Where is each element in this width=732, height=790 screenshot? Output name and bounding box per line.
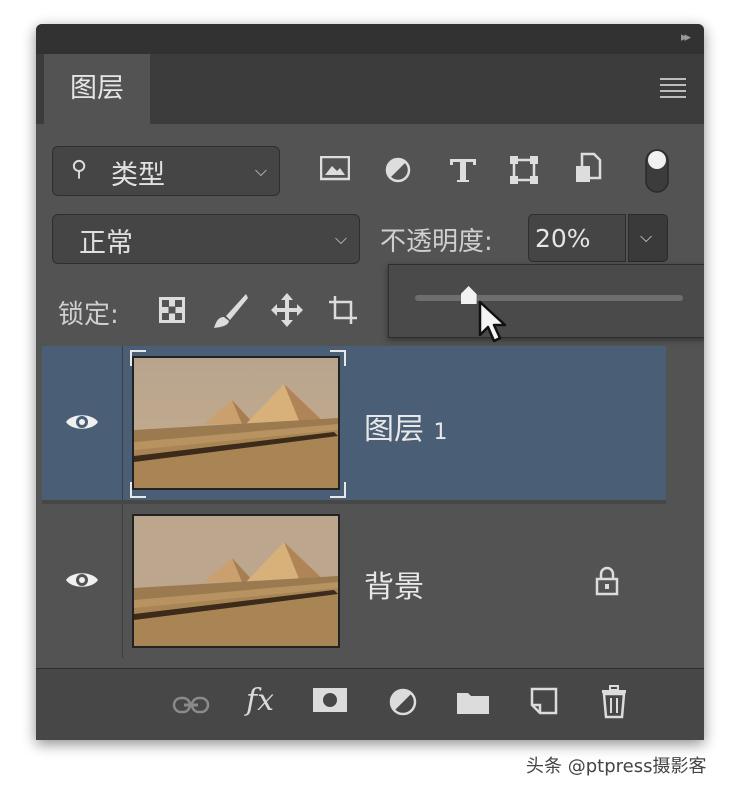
group-folder-icon[interactable] [456, 689, 490, 715]
fx-icon[interactable]: fx [246, 683, 274, 718]
lock-label: 锁定: [58, 300, 119, 330]
lock-transparency-icon[interactable] [158, 296, 186, 324]
tab-strip: 图层 [36, 54, 704, 124]
chevron-down-icon: ⌵ [640, 227, 653, 246]
new-layer-icon[interactable] [530, 687, 558, 717]
link-layers-icon[interactable] [172, 695, 210, 715]
lock-icon [595, 566, 619, 596]
search-icon: ⚲ [71, 157, 88, 182]
trash-icon[interactable] [600, 685, 628, 719]
pyramids-thumbnail-image [134, 516, 338, 646]
filter-type-label: 类型 [111, 160, 165, 191]
layer-row[interactable]: 图层 1 [42, 346, 666, 500]
chevron-down-icon: ⌵ [334, 229, 347, 248]
filter-toggle-icon[interactable] [644, 146, 672, 196]
layer-name-text: 图层 [364, 412, 424, 447]
layer-thumbnail[interactable] [132, 356, 340, 490]
opacity-slider-popup [388, 264, 704, 343]
chevron-down-icon: ⌵ [254, 161, 267, 180]
layer-row[interactable]: 背景 [42, 504, 666, 658]
layers-panel: ▸▸ 图层 ⚲ 类型 ⌵ 正常 ⌵ 不透明度: 20% ⌵ 锁定: 图层 1 背… [36, 24, 704, 740]
pyramids-thumbnail-image [134, 358, 338, 488]
smart-object-filter-icon[interactable] [574, 152, 602, 186]
selection-corner [330, 482, 346, 498]
selection-corner [330, 350, 346, 366]
layers-list: 图层 1 背景 [42, 346, 666, 660]
selection-corner [130, 482, 146, 498]
layer-thumbnail[interactable] [132, 514, 340, 648]
opacity-label: 不透明度: [380, 227, 493, 257]
lock-image-pixels-icon[interactable] [212, 292, 248, 330]
eye-icon[interactable] [64, 410, 100, 434]
blend-mode-label: 正常 [79, 228, 133, 259]
opacity-slider-track[interactable] [415, 295, 683, 301]
visibility-cell[interactable] [42, 504, 123, 658]
layers-toolbar: fx [36, 668, 704, 740]
adjustment-layer-icon[interactable] [388, 687, 418, 717]
layer-name[interactable]: 图层 1 [364, 404, 448, 448]
opacity-slider-button[interactable]: ⌵ [628, 214, 668, 262]
opacity-input[interactable]: 20% [528, 214, 626, 262]
layer-name[interactable]: 背景 [364, 562, 424, 606]
image-filter-icon[interactable] [320, 156, 350, 182]
type-filter-icon[interactable] [448, 156, 478, 184]
collapse-icon[interactable]: ▸▸ [681, 30, 691, 45]
layer-number: 1 [433, 420, 448, 445]
visibility-cell[interactable] [42, 346, 123, 500]
lock-artboard-icon[interactable] [328, 294, 358, 326]
shape-filter-icon[interactable] [508, 154, 540, 186]
panel-title-bar: ▸▸ [36, 24, 704, 54]
filter-type-dropdown[interactable]: ⚲ 类型 ⌵ [52, 146, 280, 196]
selection-corner [130, 350, 146, 366]
eye-icon[interactable] [64, 568, 100, 592]
layer-mask-icon[interactable] [312, 687, 348, 713]
opacity-slider-thumb[interactable] [460, 286, 477, 304]
blend-mode-dropdown[interactable]: 正常 ⌵ [52, 214, 360, 264]
watermark-text: 头条 @ptpress摄影客 [526, 756, 707, 777]
mouse-pointer-icon [478, 300, 507, 343]
tab-layers[interactable]: 图层 [44, 54, 150, 124]
hamburger-menu-icon[interactable] [660, 78, 686, 102]
lock-position-icon[interactable] [270, 292, 304, 328]
adjustment-filter-icon[interactable] [384, 156, 412, 184]
